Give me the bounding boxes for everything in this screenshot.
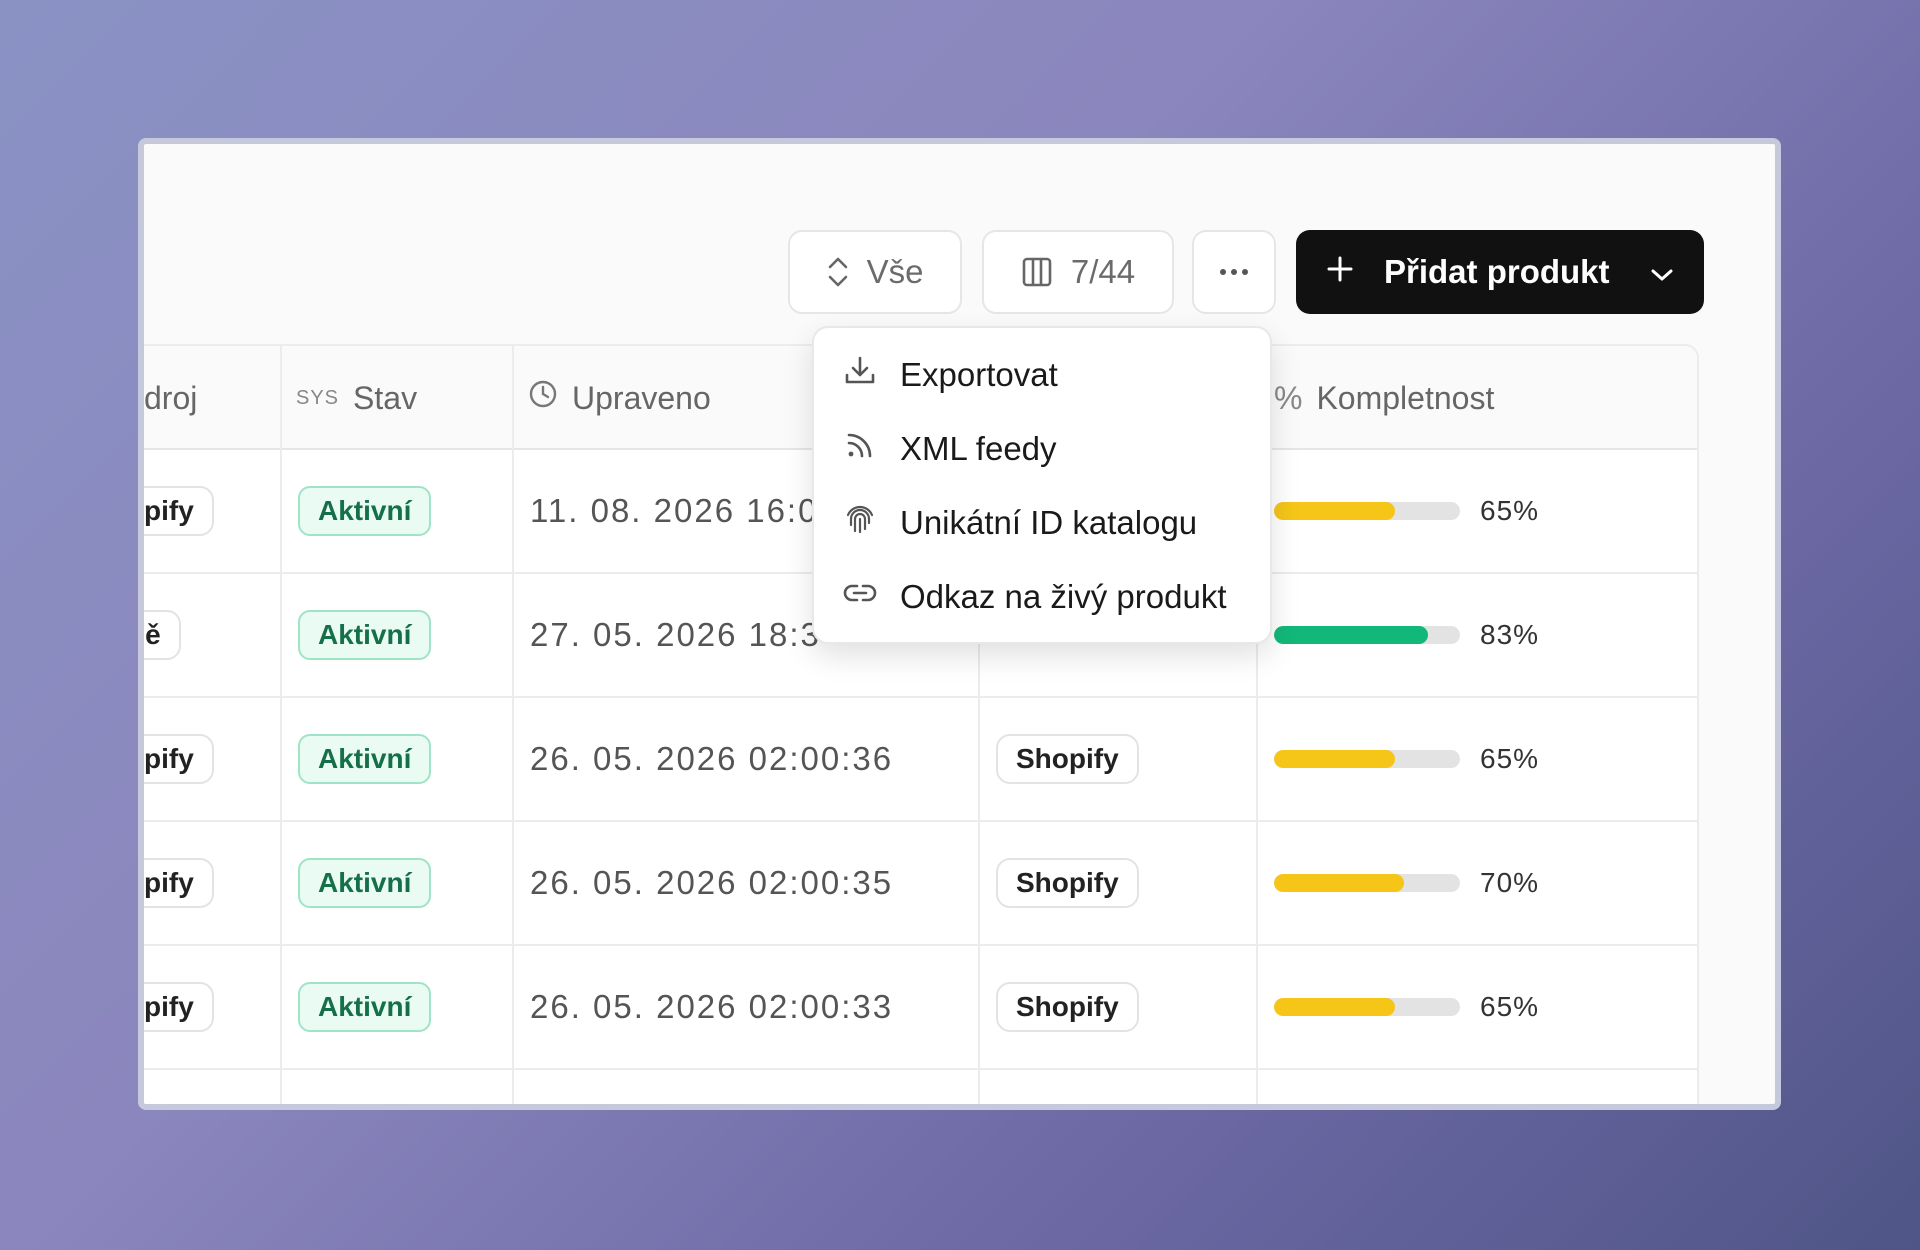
table-row[interactable]: pify Aktivní 26. 05. 2026 02:00:36 Shopi…	[144, 698, 1697, 822]
completeness-percent: 65%	[1480, 495, 1540, 526]
completeness-bar	[1274, 998, 1460, 1016]
header-status-label: Stav	[353, 379, 418, 416]
modified-date: 11. 08. 2026 16:0	[530, 492, 819, 529]
status-badge: Aktivní	[298, 486, 432, 536]
link-icon	[842, 575, 878, 619]
channel-pill: Shopify	[996, 982, 1139, 1032]
add-product-button[interactable]: Přidat produkt	[1296, 230, 1704, 314]
completeness-bar	[1274, 502, 1460, 520]
download-icon	[842, 353, 878, 397]
header-completeness[interactable]: % Kompletnost	[1274, 346, 1494, 450]
header-source-label: droj	[144, 379, 198, 416]
menu-item-label: Unikátní ID katalogu	[900, 504, 1198, 541]
source-pill: pify	[144, 858, 214, 908]
toolbar: Vše 7/44 Přidat produkt	[144, 230, 1775, 314]
header-completeness-label: Kompletnost	[1316, 379, 1495, 416]
completeness-bar	[1274, 626, 1460, 644]
status-badge: Aktivní	[298, 982, 432, 1032]
completeness-bar	[1274, 750, 1460, 768]
status-badge: Aktivní	[298, 734, 432, 784]
add-product-label: Přidat produkt	[1384, 253, 1610, 290]
modified-date: 26. 05. 2026 02:00:33	[530, 988, 894, 1025]
more-options-button[interactable]	[1192, 230, 1276, 314]
header-modified[interactable]: Upraveno	[528, 346, 711, 450]
completeness-percent: 65%	[1480, 991, 1540, 1022]
sort-arrows-icon	[827, 255, 849, 289]
chevron-down-icon[interactable]	[1650, 253, 1674, 291]
source-pill: ně	[144, 610, 181, 660]
plus-icon	[1326, 253, 1354, 291]
table-row-partial	[144, 1070, 1697, 1104]
header-source[interactable]: droj	[144, 346, 197, 450]
columns-count: 7/44	[1070, 253, 1136, 290]
completeness-percent: 83%	[1480, 619, 1540, 650]
modified-date: 26. 05. 2026 02:00:36	[530, 740, 894, 777]
sys-tag: SYS	[296, 386, 340, 409]
completeness-percent: 65%	[1480, 743, 1540, 774]
sort-filter-label: Vše	[866, 253, 924, 290]
fingerprint-icon	[842, 501, 878, 545]
modified-date: 27. 05. 2026 18:3	[530, 616, 821, 653]
app-window: Vše 7/44 Přidat produkt droj SYS Stav Up…	[138, 138, 1781, 1110]
menu-item-unique-id[interactable]: Unikátní ID katalogu	[814, 486, 1270, 560]
table-row[interactable]: pify Aktivní 26. 05. 2026 02:00:35 Shopi…	[144, 822, 1697, 946]
clock-icon	[528, 379, 558, 417]
menu-item-label: Odkaz na živý produkt	[900, 578, 1227, 615]
source-pill: pify	[144, 734, 214, 784]
menu-item-label: Exportovat	[900, 356, 1058, 393]
sort-filter-button[interactable]: Vše	[788, 230, 962, 314]
source-pill: pify	[144, 982, 214, 1032]
more-options-menu: Exportovat XML feedy Unikátní ID katalog…	[812, 326, 1272, 644]
percent-icon: %	[1274, 379, 1303, 416]
columns-icon	[1021, 256, 1053, 288]
menu-item-xml-feeds[interactable]: XML feedy	[814, 412, 1270, 486]
completeness-bar	[1274, 874, 1460, 892]
columns-button[interactable]: 7/44	[982, 230, 1174, 314]
header-modified-label: Upraveno	[572, 379, 711, 416]
menu-item-live-link[interactable]: Odkaz na živý produkt	[814, 560, 1270, 634]
channel-pill: Shopify	[996, 734, 1139, 784]
menu-item-export[interactable]: Exportovat	[814, 338, 1270, 412]
completeness-percent: 70%	[1480, 867, 1540, 898]
header-status[interactable]: SYS Stav	[296, 346, 417, 450]
rss-icon	[842, 427, 878, 471]
table-row[interactable]: pify Aktivní 26. 05. 2026 02:00:33 Shopi…	[144, 946, 1697, 1070]
source-pill: pify	[144, 486, 214, 536]
more-dots-icon	[1219, 268, 1249, 276]
column-divider	[512, 346, 514, 1104]
status-badge: Aktivní	[298, 610, 432, 660]
column-divider	[280, 346, 282, 1104]
channel-pill: Shopify	[996, 858, 1139, 908]
modified-date: 26. 05. 2026 02:00:35	[530, 864, 894, 901]
menu-item-label: XML feedy	[900, 430, 1057, 467]
status-badge: Aktivní	[298, 858, 432, 908]
